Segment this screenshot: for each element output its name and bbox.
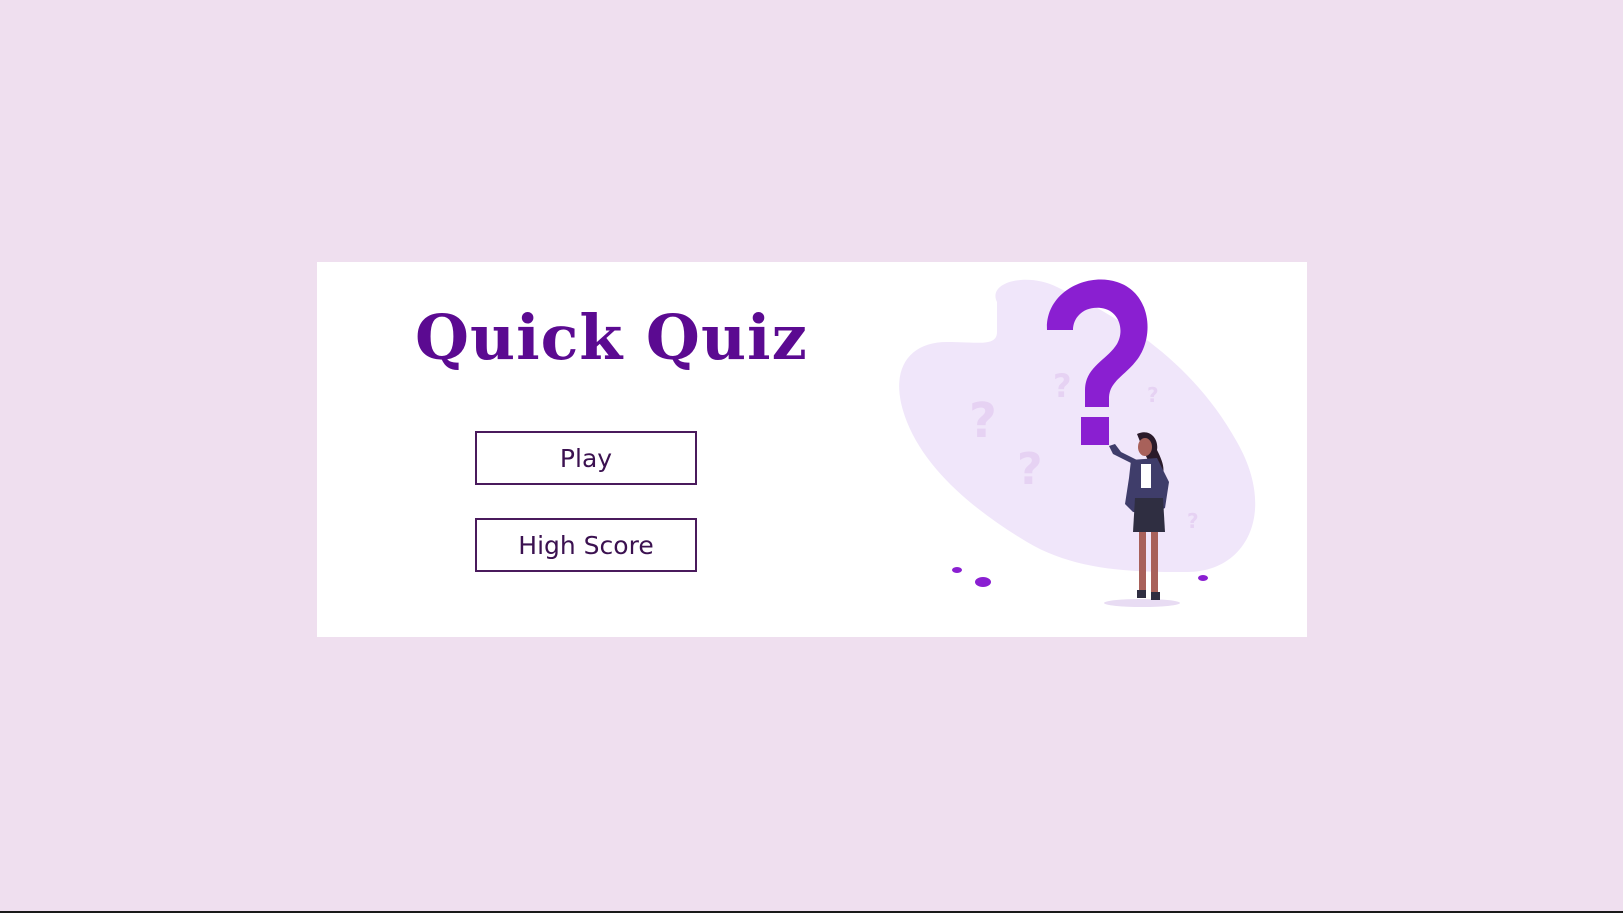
faint-question-icon: ?: [1187, 509, 1199, 533]
big-question-dot: [1081, 417, 1109, 445]
leaf-icon: [975, 577, 991, 587]
high-score-button[interactable]: High Score: [475, 518, 697, 572]
home-card: Quick Quiz Play High Score ? ? ? ? ?: [317, 262, 1307, 637]
leaf-icon: [1198, 575, 1208, 581]
page-title: Quick Quiz: [415, 301, 808, 374]
background-blob: [899, 279, 1256, 572]
faint-question-icon: ?: [1053, 367, 1072, 405]
play-button[interactable]: Play: [475, 431, 697, 485]
faint-question-icon: ?: [1147, 383, 1159, 407]
faint-question-icon: ?: [1017, 444, 1043, 495]
question-illustration: ? ? ? ? ?: [899, 279, 1256, 607]
leaf-icon: [952, 567, 962, 573]
faint-question-icon: ?: [969, 393, 997, 449]
